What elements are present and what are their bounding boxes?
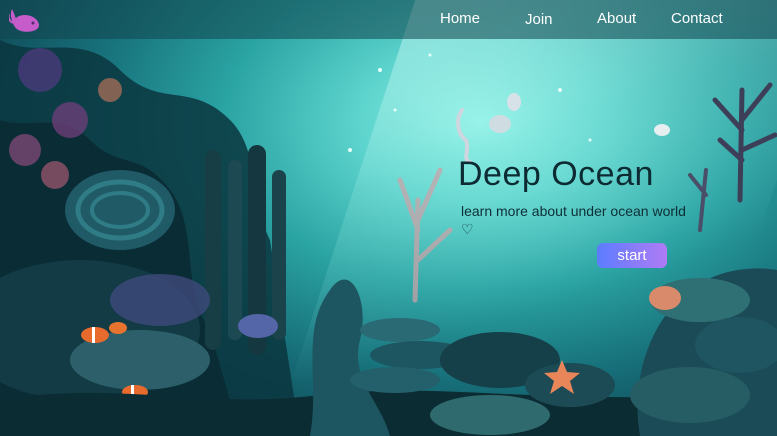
hero-subtitle-text: learn more about under ocean world (461, 203, 686, 219)
nav-join-link[interactable]: Join (525, 11, 553, 28)
hero-title: Deep Ocean (458, 155, 654, 193)
nav-about-link[interactable]: About (597, 10, 636, 27)
whale-icon[interactable] (9, 3, 47, 35)
heart-icon: ♡ (461, 221, 474, 237)
start-button[interactable]: start (597, 243, 667, 268)
nav-contact-link[interactable]: Contact (671, 10, 723, 27)
nav-home-link[interactable]: Home (440, 10, 480, 27)
top-navbar: Home Join About Contact (0, 0, 777, 39)
hero-subtitle: learn more about under ocean world ♡ (461, 202, 691, 238)
hero-illustration-background: Home Join About Contact Deep Ocean learn… (0, 0, 777, 436)
